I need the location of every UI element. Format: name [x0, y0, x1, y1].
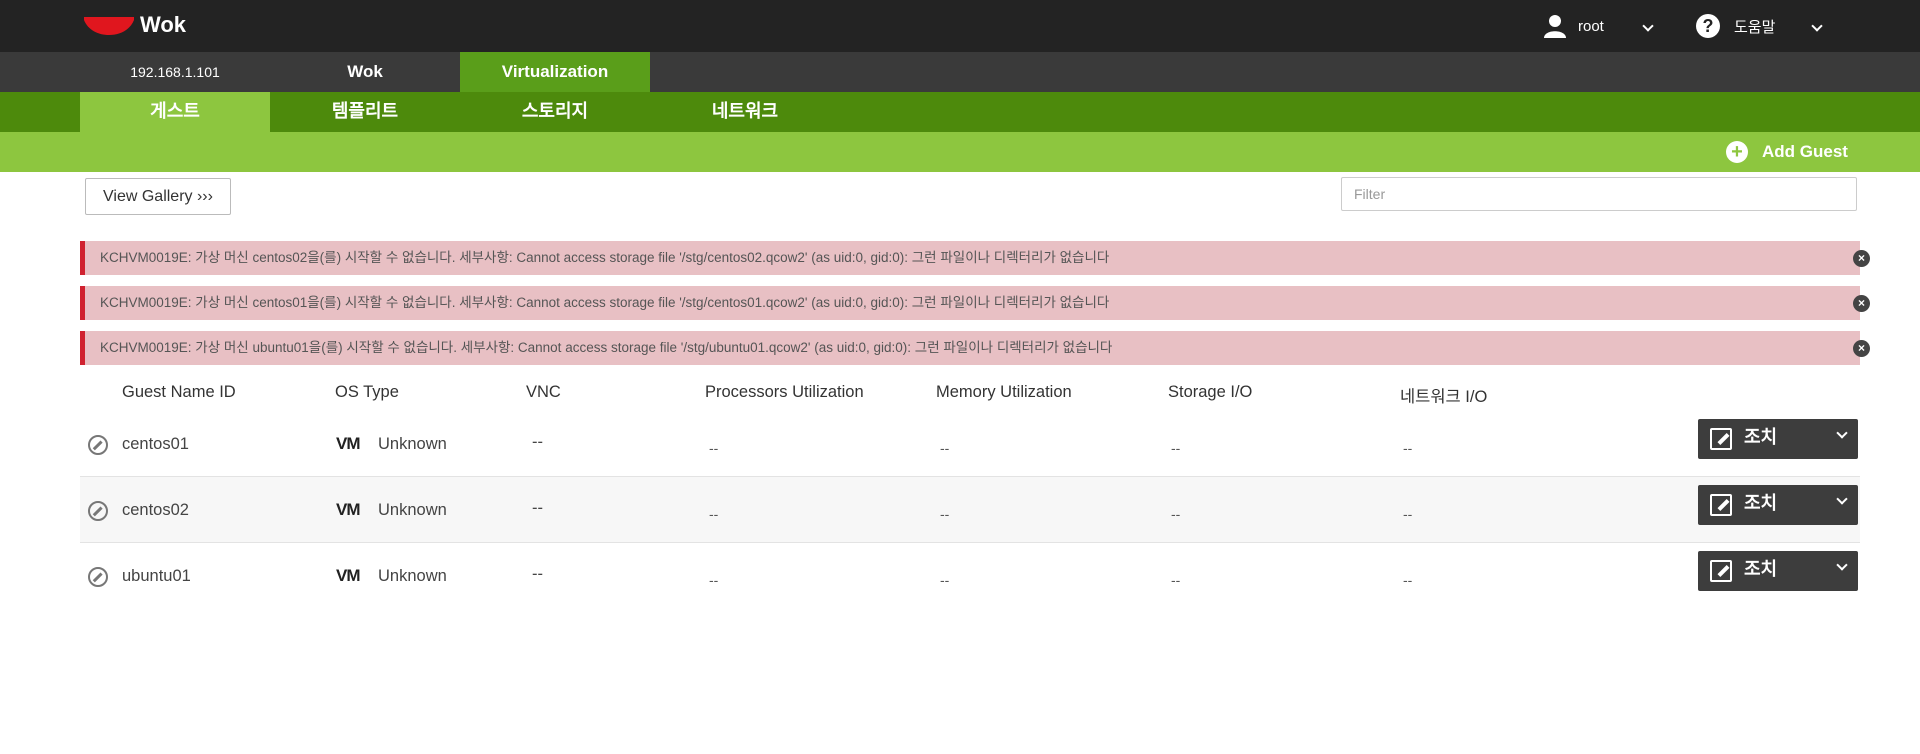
error-alert: KCHVM0019E: 가상 머신 ubuntu01을(를) 시작할 수 없습니…	[80, 331, 1870, 365]
filter-input[interactable]	[1341, 177, 1857, 211]
chevron-down-icon	[1836, 493, 1848, 505]
shutoff-status-icon	[88, 501, 108, 521]
error-alert: KCHVM0019E: 가상 머신 centos01을(를) 시작할 수 없습니…	[80, 286, 1870, 320]
column-header-cpu[interactable]: Processors Utilization	[705, 383, 864, 402]
add-guest-button[interactable]: + Add Guest	[1726, 140, 1848, 164]
action-label: 조치	[1744, 493, 1778, 513]
edit-icon	[1710, 428, 1732, 450]
cpu-value: --	[709, 506, 719, 522]
tab-storage[interactable]: 스토리지	[460, 92, 650, 132]
vm-icon: VM	[336, 500, 360, 519]
os-type: Unknown	[378, 501, 447, 519]
column-header-memory[interactable]: Memory Utilization	[936, 383, 1072, 402]
alert-message: KCHVM0019E: 가상 머신 ubuntu01을(를) 시작할 수 없습니…	[100, 340, 1113, 355]
alert-message: KCHVM0019E: 가상 머신 centos01을(를) 시작할 수 없습니…	[100, 295, 1110, 310]
cpu-value: --	[709, 572, 719, 588]
sub-tab-bar: 게스트 템플리트 스토리지 네트워크	[0, 92, 1920, 132]
cpu-value: --	[709, 440, 719, 456]
guest-name: centos02	[122, 501, 189, 519]
error-alert: KCHVM0019E: 가상 머신 centos02을(를) 시작할 수 없습니…	[80, 241, 1870, 275]
close-icon[interactable]: ×	[1853, 250, 1870, 267]
column-header-vnc[interactable]: VNC	[526, 383, 561, 402]
table-row[interactable]: ubuntu01 VM Unknown -- -- -- -- -- 조치	[80, 543, 1860, 609]
help-menu[interactable]: ? 도움말	[1696, 12, 1824, 40]
action-label: 조치	[1744, 559, 1778, 579]
guest-name: centos01	[122, 435, 189, 453]
shutoff-status-icon	[88, 435, 108, 455]
vnc-value: --	[532, 565, 543, 583]
tab-virtualization[interactable]: Virtualization	[460, 52, 650, 92]
chevron-down-icon	[1836, 427, 1848, 439]
action-bar: + Add Guest	[0, 132, 1920, 172]
plus-circle-icon: +	[1726, 141, 1748, 163]
storage-value: --	[1171, 506, 1181, 522]
close-icon[interactable]: ×	[1853, 340, 1870, 357]
memory-value: --	[940, 506, 950, 522]
wok-logo-icon	[84, 17, 134, 35]
guest-name: ubuntu01	[122, 567, 191, 585]
action-button[interactable]: 조치	[1698, 485, 1858, 525]
help-label: 도움말	[1734, 18, 1776, 36]
help-icon: ?	[1696, 14, 1720, 38]
host-tab-bar: 192.168.1.101 Wok Virtualization	[0, 52, 1920, 92]
storage-value: --	[1171, 572, 1181, 588]
user-name: root	[1578, 17, 1604, 35]
memory-value: --	[940, 440, 950, 456]
vm-icon: VM	[336, 434, 360, 453]
tab-network[interactable]: 네트워크	[650, 92, 840, 132]
chevron-down-icon	[1836, 559, 1848, 571]
alert-message: KCHVM0019E: 가상 머신 centos02을(를) 시작할 수 없습니…	[100, 250, 1110, 265]
edit-icon	[1710, 560, 1732, 582]
close-icon[interactable]: ×	[1853, 295, 1870, 312]
vm-icon: VM	[336, 566, 360, 585]
view-gallery-button[interactable]: View Gallery ›››	[85, 178, 231, 215]
action-label: 조치	[1744, 427, 1778, 447]
os-type: Unknown	[378, 567, 447, 585]
network-value: --	[1403, 440, 1413, 456]
tab-host-ip[interactable]: 192.168.1.101	[80, 52, 270, 92]
chevron-down-icon	[1811, 20, 1824, 32]
action-button[interactable]: 조치	[1698, 551, 1858, 591]
vnc-value: --	[532, 499, 543, 517]
table-row[interactable]: centos01 VM Unknown -- -- -- -- -- 조치	[80, 411, 1860, 477]
tab-wok[interactable]: Wok	[270, 52, 460, 92]
action-button[interactable]: 조치	[1698, 419, 1858, 459]
network-value: --	[1403, 506, 1413, 522]
top-header: Wok root ? 도움말	[0, 0, 1920, 52]
vnc-value: --	[532, 433, 543, 451]
user-menu[interactable]: root	[1544, 12, 1654, 40]
column-header-name[interactable]: Guest Name ID	[122, 383, 236, 402]
add-guest-label: Add Guest	[1762, 142, 1848, 161]
network-value: --	[1403, 572, 1413, 588]
tab-guests[interactable]: 게스트	[80, 92, 270, 132]
app-name: Wok	[140, 12, 187, 37]
column-header-os[interactable]: OS Type	[335, 383, 399, 402]
edit-icon	[1710, 494, 1732, 516]
table-row[interactable]: centos02 VM Unknown -- -- -- -- -- 조치	[80, 477, 1860, 543]
storage-value: --	[1171, 440, 1181, 456]
chevron-down-icon	[1642, 20, 1654, 32]
os-type: Unknown	[378, 435, 447, 453]
shutoff-status-icon	[88, 567, 108, 587]
user-icon	[1544, 15, 1566, 38]
memory-value: --	[940, 572, 950, 588]
column-header-network[interactable]: 네트워크 I/O	[1400, 383, 1487, 407]
column-header-storage[interactable]: Storage I/O	[1168, 383, 1252, 402]
tab-templates[interactable]: 템플리트	[270, 92, 460, 132]
